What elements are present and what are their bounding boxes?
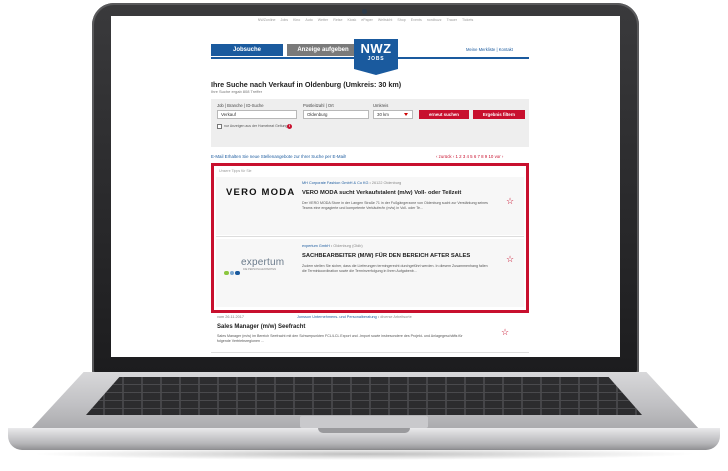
job-title[interactable]: VERO MODA sucht Verkaufstalent (m/w) Vol…: [302, 190, 461, 196]
company-location: • Oldenburg (Oldb): [330, 244, 363, 248]
location-label: Postleitzahl | Ort: [303, 103, 334, 108]
search-again-button[interactable]: erneut suchen: [419, 110, 469, 119]
job-search-input[interactable]: Verkauf: [217, 110, 297, 119]
expertum-wordmark: expertum: [241, 257, 285, 268]
job-card[interactable]: expertum DIE PERSONALEXPERTEN expertum G…: [216, 239, 524, 307]
email-alert-link[interactable]: E-Mail Erhalten Sie neue Stellenangebote…: [211, 154, 346, 159]
company-name-text: expertum GmbH: [302, 244, 330, 248]
job-description: Zudem stellen Sie sicher, dass die Liefe…: [302, 264, 488, 273]
top-nav-item[interactable]: Tickets: [462, 18, 473, 22]
top-nav-item[interactable]: Shop: [397, 18, 405, 22]
trackpad: [300, 416, 428, 428]
nwz-jobs-logo[interactable]: NWZ JOBS: [354, 39, 398, 69]
job-card[interactable]: VERO MODA MH Corporate Fashion GmbH & Co…: [216, 177, 524, 235]
expertum-logo: expertum DIE PERSONALEXPERTEN: [224, 257, 294, 275]
top-nav-item[interactable]: Kino: [293, 18, 300, 22]
company-location: • 26122 Oldenburg: [369, 181, 402, 185]
job-label: Job | Branche | ID-Suche: [217, 103, 264, 108]
screen: NWZonline Jobs Kino Auto Wetter Reise Ki…: [111, 16, 620, 357]
expertum-tagline: DIE PERSONALEXPERTEN: [243, 268, 277, 271]
premium-listings-box: Unsere Tipps für Sie VERO MODA MH Corpor…: [211, 163, 529, 313]
top-nav-item[interactable]: Kiosk: [347, 18, 356, 22]
merkliste-link[interactable]: Meine Merkliste | Kontakt: [466, 47, 513, 52]
job-title[interactable]: SACHBEARBEITER (M/W) FÜR DEN BEREICH AFT…: [302, 253, 470, 259]
job-description: Der VERO MODA Store in der Langen Straße…: [302, 201, 488, 210]
listing-date: vom 26.11.2017: [217, 315, 244, 319]
top-nav-item[interactable]: Events: [411, 18, 422, 22]
radius-value: 30 km: [377, 112, 389, 117]
top-nav-item[interactable]: nordbuzz: [427, 18, 442, 22]
top-nav-item[interactable]: ePaper: [361, 18, 373, 22]
top-nav-item[interactable]: Jobs: [281, 18, 289, 22]
filter-results-button[interactable]: Ergebnis filtern: [473, 110, 525, 119]
star-icon[interactable]: ☆: [506, 255, 514, 264]
keyboard-rows: [86, 377, 642, 415]
card-divider: [216, 236, 524, 237]
laptop-shadow: [30, 448, 698, 460]
top-nav-item[interactable]: Auto: [305, 18, 312, 22]
homeoffice-label: nur Anzeigen aus der Homebeat Geltung: [224, 124, 288, 128]
radius-select[interactable]: 30 km: [373, 110, 413, 119]
company-name-text: MH Corporate Fashion GmbH & Co KG: [302, 181, 369, 185]
star-icon[interactable]: ☆: [501, 328, 509, 337]
info-icon[interactable]: i: [287, 124, 292, 129]
anzeige-aufgeben-button[interactable]: Anzeige aufgeben: [287, 44, 359, 56]
company-name[interactable]: MH Corporate Fashion GmbH & Co KG • 2612…: [302, 181, 401, 185]
laptop-notch: [318, 428, 410, 433]
top-nav-item[interactable]: NWZonline: [258, 18, 276, 22]
top-nav-item[interactable]: Weltsicht: [378, 18, 393, 22]
jobsuche-button[interactable]: Jobsuche: [211, 44, 283, 56]
company-location: • diverse Arbeitsorte: [377, 315, 412, 319]
logo-tail: [354, 69, 398, 75]
top-nav-item[interactable]: Wetter: [318, 18, 329, 22]
company-name[interactable]: Jonsson Unternehmens- und Personalberatu…: [297, 315, 412, 319]
premium-label: Unsere Tipps für Sie: [219, 169, 252, 173]
job-description: Sales Manager (m/w) im Bereich Seefracht…: [217, 334, 463, 343]
pagination[interactable]: ‹ zurück ‹ 1 2 3 4 5 6 7 8 9 10 vor ›: [436, 154, 503, 159]
job-listing[interactable]: vom 26.11.2017 Jonsson Unternehmens- und…: [211, 314, 529, 356]
page-title: Ihre Suche nach Verkauf in Oldenburg (Um…: [211, 80, 402, 89]
search-panel: Job | Branche | ID-Suche Postleitzahl | …: [211, 99, 529, 147]
job-title[interactable]: Sales Manager (m/w) Seefracht: [217, 324, 305, 330]
result-count: Ihre Suche ergab 808 Treffer: [211, 89, 263, 94]
top-nav-item[interactable]: Reise: [333, 18, 342, 22]
top-nav: NWZonline Jobs Kino Auto Wetter Reise Ki…: [111, 18, 620, 22]
camera-icon: [362, 9, 367, 14]
homeoffice-checkbox[interactable]: [217, 124, 222, 129]
company-name-text: Jonsson Unternehmens- und Personalberatu…: [297, 315, 377, 319]
top-nav-item[interactable]: Trauer: [447, 18, 457, 22]
company-name[interactable]: expertum GmbH • Oldenburg (Oldb): [302, 244, 363, 248]
logo-sub-text: JOBS: [367, 56, 385, 62]
star-icon[interactable]: ☆: [506, 197, 514, 206]
logo-main-text: NWZ: [360, 41, 392, 56]
listing-divider: [211, 352, 529, 353]
radius-label: Umkreis: [373, 103, 389, 108]
chevron-down-icon: [404, 113, 408, 116]
expertum-dots-icon: [224, 262, 241, 280]
vero-moda-logo: VERO MODA: [226, 187, 296, 198]
location-input[interactable]: Oldenburg: [303, 110, 369, 119]
